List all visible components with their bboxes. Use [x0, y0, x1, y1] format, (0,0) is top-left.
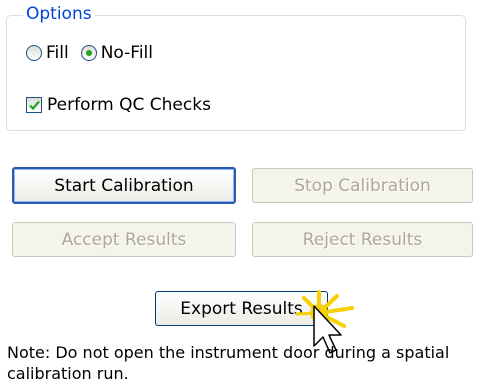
- fill-mode-radio-group: Fill No-Fill: [26, 40, 165, 66]
- fill-radio-label: Fill: [46, 43, 69, 63]
- qc-checks-checkbox-row[interactable]: Perform QC Checks: [26, 92, 211, 118]
- calibration-note: Note: Do not open the instrument door du…: [7, 343, 450, 383]
- export-results-label: Export Results: [180, 298, 303, 319]
- start-calibration-label: Start Calibration: [54, 175, 194, 196]
- no-fill-radio[interactable]: No-Fill: [80, 43, 153, 63]
- fill-radio-circle[interactable]: [26, 45, 42, 61]
- stop-calibration-label: Stop Calibration: [294, 175, 431, 196]
- accept-results-label: Accept Results: [61, 229, 187, 250]
- reject-results-label: Reject Results: [302, 229, 423, 250]
- reject-results-button[interactable]: Reject Results: [252, 222, 473, 257]
- no-fill-radio-circle[interactable]: [80, 45, 97, 61]
- start-calibration-button[interactable]: Start Calibration: [12, 167, 236, 204]
- stop-calibration-button[interactable]: Stop Calibration: [252, 168, 473, 203]
- check-mark-icon: [29, 100, 40, 111]
- no-fill-radio-label: No-Fill: [100, 43, 153, 63]
- qc-checks-checkbox[interactable]: [26, 97, 42, 113]
- fill-radio[interactable]: Fill: [26, 43, 69, 63]
- qc-checks-label: Perform QC Checks: [47, 95, 211, 115]
- accept-results-button[interactable]: Accept Results: [12, 222, 236, 257]
- options-legend: Options: [23, 3, 95, 25]
